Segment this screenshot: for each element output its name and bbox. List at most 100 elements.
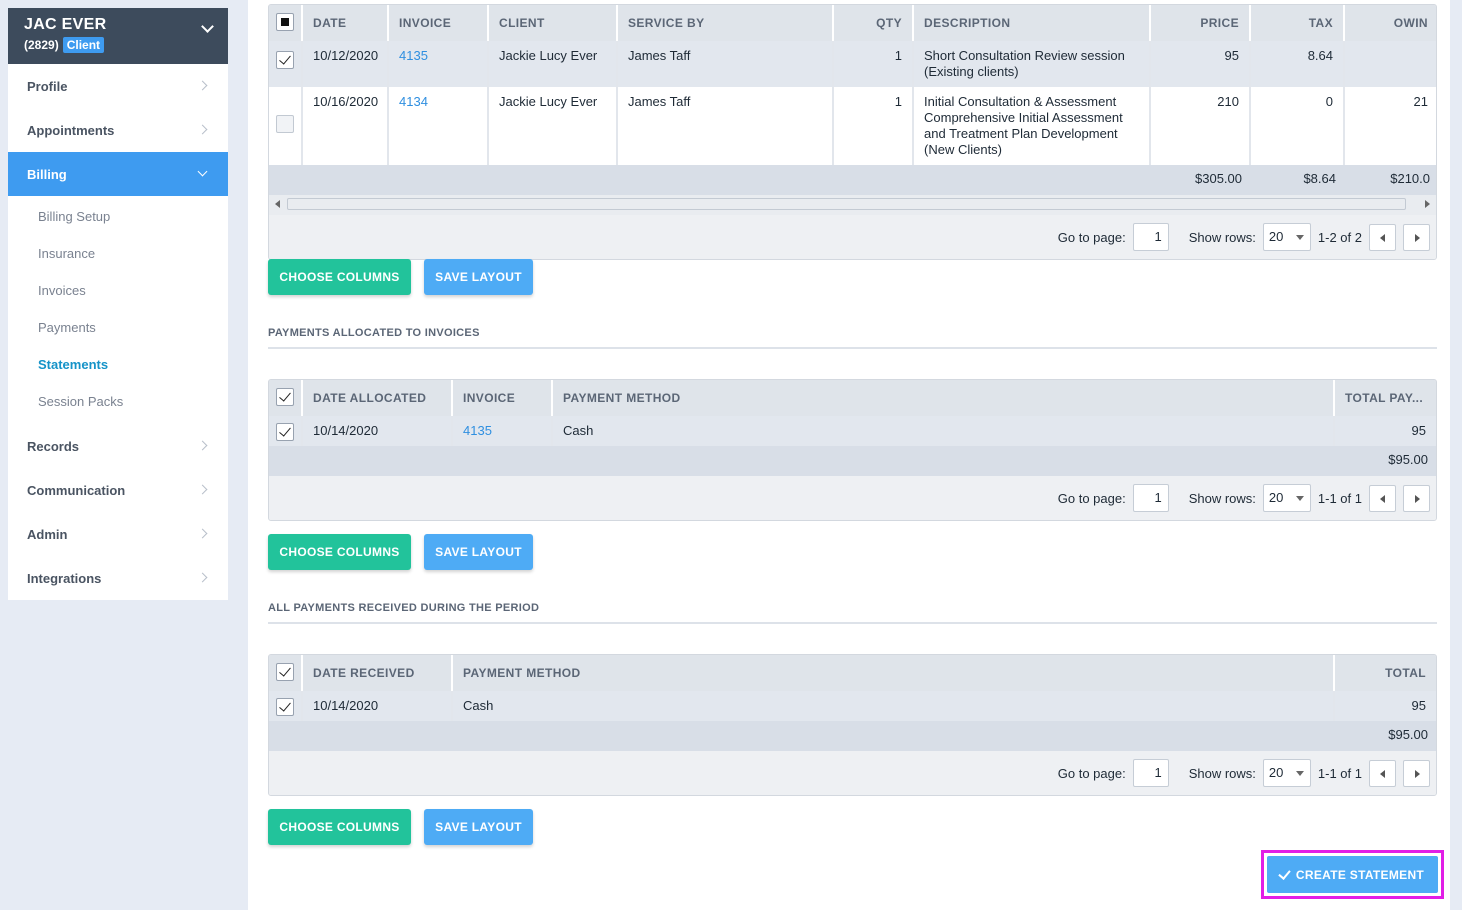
sidebar-subitem-insurance[interactable]: Insurance	[8, 235, 228, 272]
scroll-left-icon[interactable]	[275, 200, 280, 208]
next-page-button[interactable]	[1403, 759, 1430, 787]
chevron-right-icon	[197, 572, 208, 583]
allocated-grid: DATE ALLOCATED INVOICE PAYMENT METHOD TO…	[268, 379, 1437, 521]
page-input[interactable]: 1	[1132, 759, 1169, 787]
sidebar-subitem-invoices[interactable]: Invoices	[8, 272, 228, 309]
check-icon	[1278, 866, 1291, 880]
save-layout-button[interactable]: SAVE LAYOUT	[424, 259, 533, 295]
total-price: $305.00	[1150, 165, 1250, 195]
save-layout-button[interactable]: SAVE LAYOUT	[424, 534, 533, 570]
horizontal-scrollbar[interactable]	[269, 195, 1436, 215]
col-invoice[interactable]: INVOICE	[452, 380, 553, 416]
scrollbar-track[interactable]	[287, 198, 1406, 210]
total-tax: $8.64	[1250, 165, 1344, 195]
col-total-payment[interactable]: TOTAL PAY...	[1334, 380, 1436, 416]
col-owing[interactable]: OWIN	[1344, 5, 1436, 41]
cell-owing	[1344, 41, 1436, 87]
save-layout-button[interactable]: SAVE LAYOUT	[424, 809, 533, 845]
col-description[interactable]: DESCRIPTION	[913, 5, 1151, 41]
cell-description: Initial Consultation & Assessment Compre…	[913, 87, 1151, 165]
prev-page-button[interactable]	[1369, 223, 1396, 251]
table-row[interactable]: 10/12/2020 4135 Jackie Lucy Ever James T…	[269, 41, 1436, 87]
cell-qty: 1	[833, 87, 914, 165]
cell-method: Cash	[452, 691, 1335, 721]
rows-select[interactable]: 20	[1262, 223, 1311, 251]
create-statement-button[interactable]: CREATE STATEMENT	[1267, 856, 1438, 893]
choose-columns-button[interactable]: CHOOSE COLUMNS	[268, 809, 411, 845]
col-tax[interactable]: TAX	[1250, 5, 1345, 41]
sidebar-item-admin[interactable]: Admin	[8, 512, 228, 556]
col-price[interactable]: PRICE	[1150, 5, 1251, 41]
totals-row: $95.00	[269, 721, 1436, 751]
invoice-link[interactable]: 4135	[463, 423, 492, 438]
main-content: DATE INVOICE CLIENT SERVICE BY QTY DESCR…	[248, 0, 1456, 910]
cell-date: 10/14/2020	[302, 691, 453, 721]
col-date-received[interactable]: DATE RECEIVED	[302, 655, 453, 691]
row-checkbox[interactable]	[276, 698, 294, 716]
cell-method: Cash	[552, 416, 1335, 446]
cell-owing: 21	[1344, 87, 1436, 165]
sidebar-subitem-statements[interactable]: Statements	[8, 346, 228, 383]
sidebar-item-communication[interactable]: Communication	[8, 468, 228, 512]
client-header[interactable]: JAC EVER (2829) Client	[8, 8, 228, 64]
sidebar-item-profile[interactable]: Profile	[8, 64, 228, 108]
row-checkbox[interactable]	[276, 115, 294, 133]
sidebar-item-records[interactable]: Records	[8, 424, 228, 468]
row-checkbox[interactable]	[276, 51, 294, 69]
pagination: Go to page: 1 Show rows: 20 1-1 of 1	[269, 751, 1436, 795]
invoice-link[interactable]: 4135	[399, 48, 428, 63]
client-badge: Client	[62, 37, 105, 53]
total-amount: $95.00	[1334, 446, 1436, 476]
select-all-checkbox[interactable]	[276, 12, 294, 31]
pagination: Go to page: 1 Show rows: 20 1-2 of 2	[269, 215, 1436, 259]
select-all-checkbox[interactable]	[276, 662, 294, 681]
next-page-button[interactable]	[1403, 223, 1430, 251]
total-owing: $210.0	[1344, 165, 1436, 195]
cell-price: 210	[1150, 87, 1251, 165]
col-service-by[interactable]: SERVICE BY	[617, 5, 834, 41]
cell-tax: 8.64	[1250, 41, 1345, 87]
sidebar: JAC EVER (2829) Client Profile Appointme…	[8, 8, 228, 600]
table-row[interactable]: 10/14/2020 Cash 95	[269, 691, 1436, 721]
prev-page-button[interactable]	[1369, 484, 1396, 512]
page-input[interactable]: 1	[1132, 484, 1169, 512]
cell-date: 10/16/2020	[302, 87, 389, 165]
rows-select[interactable]: 20	[1262, 759, 1311, 787]
col-payment-method[interactable]: PAYMENT METHOD	[552, 380, 1335, 416]
row-checkbox[interactable]	[276, 423, 294, 441]
choose-columns-button[interactable]: CHOOSE COLUMNS	[268, 534, 411, 570]
rows-select[interactable]: 20	[1262, 484, 1311, 512]
select-all-checkbox-cell[interactable]	[269, 5, 303, 41]
page-range: 1-2 of 2	[1317, 229, 1362, 245]
table-row[interactable]: 10/14/2020 4135 Cash 95	[269, 416, 1436, 446]
cell-client: Jackie Lucy Ever	[488, 87, 618, 165]
cell-client: Jackie Lucy Ever	[488, 41, 618, 87]
page-input[interactable]: 1	[1132, 223, 1169, 251]
table-row[interactable]: 10/16/2020 4134 Jackie Lucy Ever James T…	[269, 87, 1436, 165]
col-invoice[interactable]: INVOICE	[388, 5, 489, 41]
next-page-button[interactable]	[1403, 484, 1430, 512]
chevron-right-icon	[197, 124, 208, 135]
select-all-checkbox[interactable]	[276, 387, 294, 406]
sidebar-subitem-payments[interactable]: Payments	[8, 309, 228, 346]
scroll-right-icon[interactable]	[1425, 200, 1430, 208]
sidebar-subitem-billing-setup[interactable]: Billing Setup	[8, 198, 228, 235]
sidebar-item-appointments[interactable]: Appointments	[8, 108, 228, 152]
sidebar-item-billing[interactable]: Billing	[8, 152, 228, 196]
col-date-allocated[interactable]: DATE ALLOCATED	[302, 380, 453, 416]
invoice-link[interactable]: 4134	[399, 94, 428, 109]
invoices-grid: DATE INVOICE CLIENT SERVICE BY QTY DESCR…	[268, 4, 1437, 260]
col-client[interactable]: CLIENT	[488, 5, 618, 41]
pagination: Go to page: 1 Show rows: 20 1-1 of 1	[269, 476, 1436, 520]
cell-date: 10/12/2020	[302, 41, 389, 87]
col-payment-method[interactable]: PAYMENT METHOD	[452, 655, 1335, 691]
choose-columns-button[interactable]: CHOOSE COLUMNS	[268, 259, 411, 295]
prev-page-button[interactable]	[1369, 759, 1396, 787]
cell-tax: 0	[1250, 87, 1345, 165]
sidebar-item-integrations[interactable]: Integrations	[8, 556, 228, 600]
chevron-right-icon	[197, 484, 208, 495]
sidebar-subitem-session-packs[interactable]: Session Packs	[8, 383, 228, 420]
col-qty[interactable]: QTY	[833, 5, 914, 41]
col-total[interactable]: TOTAL	[1334, 655, 1436, 691]
col-date[interactable]: DATE	[302, 5, 389, 41]
